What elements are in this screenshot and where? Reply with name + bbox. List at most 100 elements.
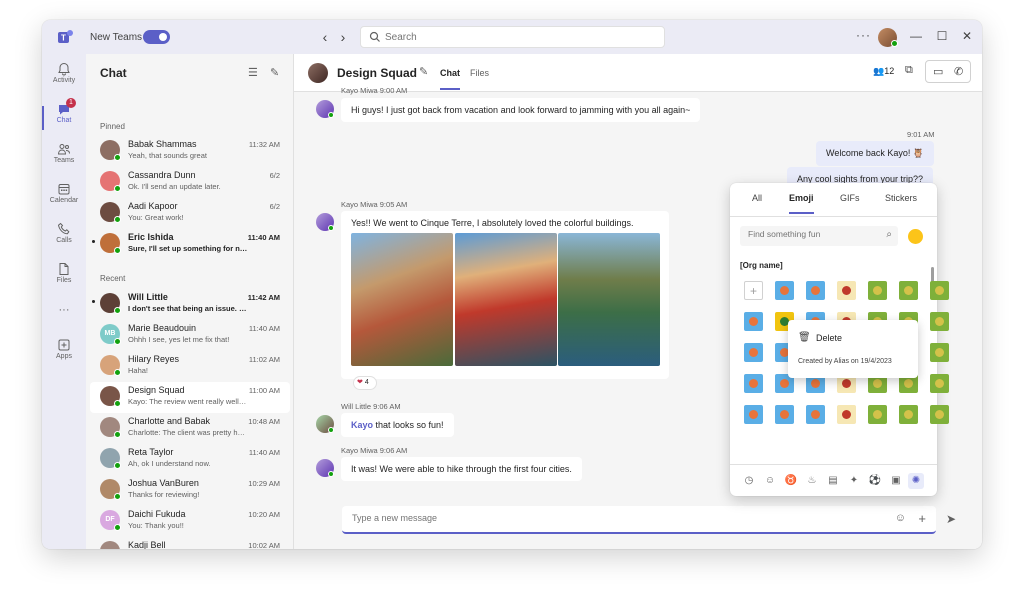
add-custom-emoji-button[interactable]: + bbox=[744, 281, 763, 300]
custom-emoji[interactable] bbox=[930, 312, 949, 331]
compose-box[interactable]: ☺ + bbox=[342, 506, 936, 534]
custom-emoji[interactable] bbox=[744, 405, 763, 424]
custom-emoji[interactable] bbox=[837, 281, 856, 300]
chat-list-item[interactable]: Babak Shammas Yeah, that sounds great 11:3… bbox=[90, 136, 290, 167]
recent-category-icon[interactable]: ◷ bbox=[741, 473, 757, 489]
emoji-glyph bbox=[904, 286, 913, 295]
emoji-glyph bbox=[780, 410, 789, 419]
custom-emoji[interactable] bbox=[775, 405, 794, 424]
emoji-glyph bbox=[811, 410, 820, 419]
chat-list-item[interactable]: Joshua VanBuren Thanks for reviewing! 10:2… bbox=[90, 475, 290, 506]
add-attachment-icon[interactable]: + bbox=[918, 511, 926, 526]
chat-preview: I don't see that being an issue. Can you… bbox=[128, 304, 248, 313]
emoji-icon[interactable]: ☺ bbox=[895, 512, 906, 524]
picker-tab-gifs[interactable]: GIFs bbox=[840, 193, 860, 203]
animals-category-icon[interactable]: ♉ bbox=[783, 473, 799, 489]
chat-list-item[interactable]: Will Little I don't see that being an iss… bbox=[90, 289, 290, 320]
custom-emoji[interactable] bbox=[775, 281, 794, 300]
presence-available-icon bbox=[114, 338, 121, 345]
maximize-icon[interactable]: ☐ bbox=[935, 29, 949, 43]
send-icon[interactable]: ➤ bbox=[946, 512, 956, 526]
trip-photo-2[interactable] bbox=[455, 233, 557, 366]
close-icon[interactable]: ✕ bbox=[960, 29, 974, 43]
skin-tone-selector[interactable] bbox=[908, 229, 923, 244]
chat-list-item[interactable]: DF Daichi Fukuda You: Thank you!! 10:20 AM bbox=[90, 506, 290, 537]
food-category-icon[interactable]: ♨ bbox=[804, 473, 820, 489]
search-input[interactable] bbox=[385, 29, 655, 45]
custom-emoji[interactable] bbox=[744, 312, 763, 331]
profile-avatar[interactable] bbox=[878, 28, 898, 47]
trip-photo-1[interactable] bbox=[351, 233, 453, 366]
more-options-icon[interactable]: ··· bbox=[856, 28, 871, 42]
activities-category-icon[interactable]: ⚽ bbox=[867, 473, 883, 489]
teams-logo-icon: T bbox=[58, 30, 73, 43]
filter-icon[interactable]: ☰ bbox=[248, 66, 258, 79]
mention-kayo[interactable]: Kayo bbox=[351, 420, 373, 430]
rail-item-files[interactable]: Files bbox=[42, 258, 86, 298]
picker-tab-all[interactable]: All bbox=[752, 193, 762, 203]
chat-title: Design Squad bbox=[337, 66, 418, 80]
new-teams-toggle[interactable] bbox=[143, 30, 170, 44]
chat-list-item[interactable]: Cassandra Dunn Ok. I'll send an update la… bbox=[90, 167, 290, 198]
chat-list-item[interactable]: Aadi Kapoor You: Great work! 6/2 bbox=[90, 198, 290, 229]
chat-preview: Thanks for reviewing! bbox=[128, 490, 200, 499]
custom-emoji[interactable] bbox=[868, 281, 887, 300]
rail-item-calls[interactable]: Calls bbox=[42, 218, 86, 258]
smileys-category-icon[interactable]: ☺ bbox=[762, 473, 778, 489]
custom-emoji[interactable] bbox=[837, 405, 856, 424]
rail-item-teams[interactable]: Teams bbox=[42, 138, 86, 178]
delete-menu-item[interactable]: Delete bbox=[816, 333, 842, 343]
picker-search-input[interactable] bbox=[748, 229, 878, 239]
app-rail: Activity 1 Chat Teams Calendar Calls Fil… bbox=[42, 54, 86, 549]
chat-list-item[interactable]: Eric Ishida Sure, I'll set up something f… bbox=[90, 229, 290, 260]
chat-list-item[interactable]: Charlotte and Babak Charlotte: The client… bbox=[90, 413, 290, 444]
custom-emoji[interactable] bbox=[806, 281, 825, 300]
rail-item-calendar[interactable]: Calendar bbox=[42, 178, 86, 218]
ideas-category-icon[interactable]: ✦ bbox=[846, 473, 862, 489]
chat-time: 11:42 AM bbox=[247, 293, 280, 302]
participants-button[interactable]: 👥12 bbox=[873, 66, 894, 77]
objects-category-icon[interactable]: ▤ bbox=[825, 473, 841, 489]
edit-name-icon[interactable]: ✎ bbox=[419, 65, 428, 78]
message-bubble: Kayo that looks so fun! bbox=[341, 413, 454, 437]
picker-tab-emoji[interactable]: Emoji bbox=[789, 193, 814, 214]
tab-chat[interactable]: Chat bbox=[440, 68, 460, 90]
custom-emoji[interactable] bbox=[899, 281, 918, 300]
custom-emoji[interactable] bbox=[930, 343, 949, 362]
trip-photo-3[interactable] bbox=[558, 233, 660, 366]
search-bar[interactable] bbox=[360, 26, 665, 48]
custom-emoji[interactable] bbox=[744, 343, 763, 362]
picker-tab-stickers[interactable]: Stickers bbox=[885, 193, 917, 203]
custom-emoji[interactable] bbox=[930, 281, 949, 300]
custom-emoji[interactable] bbox=[930, 374, 949, 393]
rail-item-apps[interactable]: Apps bbox=[42, 334, 86, 374]
picker-search[interactable]: ⌕ bbox=[740, 226, 898, 246]
custom-emoji[interactable] bbox=[744, 374, 763, 393]
chat-list-item[interactable]: Kadji BellYou: I like the idea, let's pi… bbox=[90, 537, 290, 549]
chat-list-item[interactable]: Design Squad Kayo: The review went really… bbox=[90, 382, 290, 413]
rail-item-chat[interactable]: 1 Chat bbox=[42, 98, 86, 138]
new-chat-icon[interactable]: ✎ bbox=[270, 66, 279, 79]
teams-window: T New Teams ‹ › ··· — ☐ ✕ Activity 1 Cha… bbox=[42, 20, 982, 549]
rail-more-apps[interactable]: ··· bbox=[42, 300, 86, 320]
custom-emoji[interactable] bbox=[930, 405, 949, 424]
forward-icon[interactable]: › bbox=[336, 29, 350, 45]
message-input[interactable] bbox=[352, 513, 852, 523]
video-call-icon[interactable]: ▭ bbox=[933, 65, 943, 78]
org-category-icon[interactable]: ✺ bbox=[908, 473, 924, 489]
custom-emoji[interactable] bbox=[806, 405, 825, 424]
custom-emoji[interactable] bbox=[868, 405, 887, 424]
custom-emoji[interactable] bbox=[899, 405, 918, 424]
back-icon[interactable]: ‹ bbox=[318, 29, 332, 45]
chat-list-item[interactable]: MB Marie Beaudouin Ohhh I see, yes let me … bbox=[90, 320, 290, 351]
avatar bbox=[100, 355, 121, 376]
symbols-category-icon[interactable]: ▣ bbox=[888, 473, 904, 489]
chat-list-item[interactable]: Hilary Reyes Haha! 11:02 AM bbox=[90, 351, 290, 382]
chat-list-item[interactable]: Reta Taylor Ah, ok I understand now. 11:40… bbox=[90, 444, 290, 475]
minimize-icon[interactable]: — bbox=[909, 29, 923, 43]
tab-files[interactable]: Files bbox=[470, 68, 489, 78]
audio-call-icon[interactable]: ✆ bbox=[954, 65, 963, 78]
share-screen-icon[interactable]: ⧉ bbox=[905, 64, 913, 77]
heart-reaction[interactable]: ❤ 4 bbox=[353, 376, 377, 390]
rail-item-activity[interactable]: Activity bbox=[42, 58, 86, 98]
